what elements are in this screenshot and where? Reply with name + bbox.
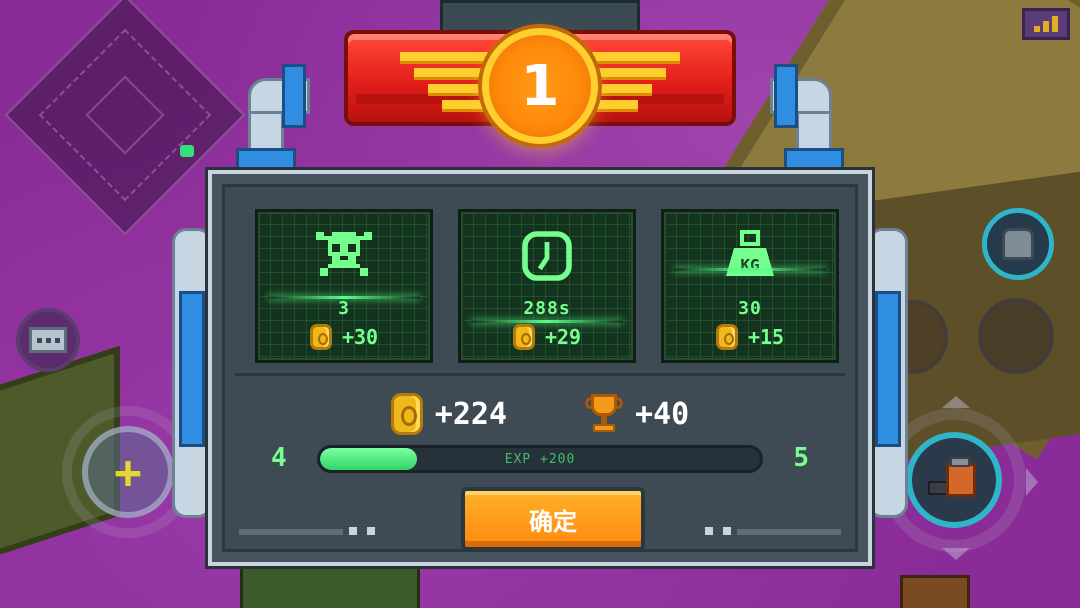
- weight-icon-label: KG: [740, 255, 759, 274]
- frame-strut-left: [172, 228, 212, 518]
- frame-strut-right: [868, 228, 908, 518]
- rank-number: 1: [520, 53, 560, 119]
- kills-value: 3: [338, 298, 350, 319]
- empty-item-slot[interactable]: [978, 298, 1054, 374]
- frame-clamp: [774, 64, 798, 128]
- weight-value: 30: [738, 298, 762, 319]
- armor-button[interactable]: [982, 208, 1054, 280]
- kills-reward: +30: [258, 324, 430, 350]
- chat-button[interactable]: [16, 308, 80, 372]
- total-trophies: +40: [585, 394, 689, 434]
- level-progress: 4 EXP +200 5: [225, 443, 855, 479]
- time-reward-amount: +29: [544, 325, 582, 349]
- coin-icon: [309, 324, 332, 350]
- stat-card-kills: 3 +30: [255, 209, 433, 363]
- exp-bar: EXP +200: [317, 445, 763, 473]
- stat-card-time: 288s +29: [458, 209, 636, 363]
- minimap-player-marker: [180, 145, 194, 157]
- scanline: [471, 320, 623, 323]
- result-panel: 3 +30 288s +29 KG 30 +15 +224 +40 4 EXP …: [208, 170, 872, 566]
- skull-icon: [316, 232, 372, 276]
- weapon-swap-right-icon[interactable]: [1026, 468, 1038, 496]
- stat-card-weight: KG 30 +15: [661, 209, 839, 363]
- weapon-button[interactable]: [882, 408, 1026, 552]
- weapon-swap-up-icon[interactable]: [942, 396, 970, 408]
- panel-decoration: [239, 529, 343, 535]
- kills-reward-amount: +30: [341, 325, 379, 349]
- totals-row: +224 +40: [225, 391, 855, 437]
- weight-reward: +15: [664, 324, 836, 350]
- frame-clamp: [236, 148, 296, 172]
- next-level: 5: [793, 443, 809, 473]
- wing-left-icon: [400, 52, 490, 116]
- coin-icon: [715, 324, 738, 350]
- military-vehicle: [240, 560, 420, 608]
- wooden-crate: [900, 575, 970, 608]
- total-coins: +224: [390, 393, 508, 435]
- current-level: 4: [271, 443, 287, 473]
- total-coins-amount: +224: [434, 396, 508, 432]
- helmet-icon: [1002, 228, 1034, 260]
- coin-icon: [512, 324, 535, 350]
- result-panel-inner: 3 +30 288s +29 KG 30 +15 +224 +40 4 EXP …: [222, 184, 858, 552]
- panel-decoration: [705, 527, 713, 535]
- panel-decoration: [737, 529, 841, 535]
- chat-bubble-icon: [29, 327, 67, 353]
- frame-clamp: [784, 148, 844, 172]
- coin-icon: [390, 393, 423, 435]
- weight-icon: KG: [726, 230, 774, 276]
- gun-icon: [928, 457, 980, 503]
- clock-icon: [522, 231, 572, 281]
- weight-reward-amount: +15: [747, 325, 785, 349]
- total-trophies-amount: +40: [635, 396, 690, 432]
- time-reward: +29: [461, 324, 633, 350]
- network-signal-icon[interactable]: [1022, 8, 1070, 40]
- panel-decoration: [349, 527, 357, 535]
- skill-button[interactable]: +: [62, 406, 194, 538]
- frame-clamp: [282, 64, 306, 128]
- time-value: 288s: [523, 298, 571, 319]
- rank-medal: 1: [482, 28, 598, 144]
- exp-label: EXP +200: [504, 452, 576, 467]
- panel-decoration: [367, 527, 375, 535]
- confirm-button[interactable]: 确定: [461, 487, 645, 551]
- trophy-icon: [585, 394, 624, 434]
- divider: [235, 373, 845, 376]
- wing-right-icon: [590, 52, 680, 116]
- scanline: [674, 268, 826, 271]
- panel-decoration: [723, 527, 731, 535]
